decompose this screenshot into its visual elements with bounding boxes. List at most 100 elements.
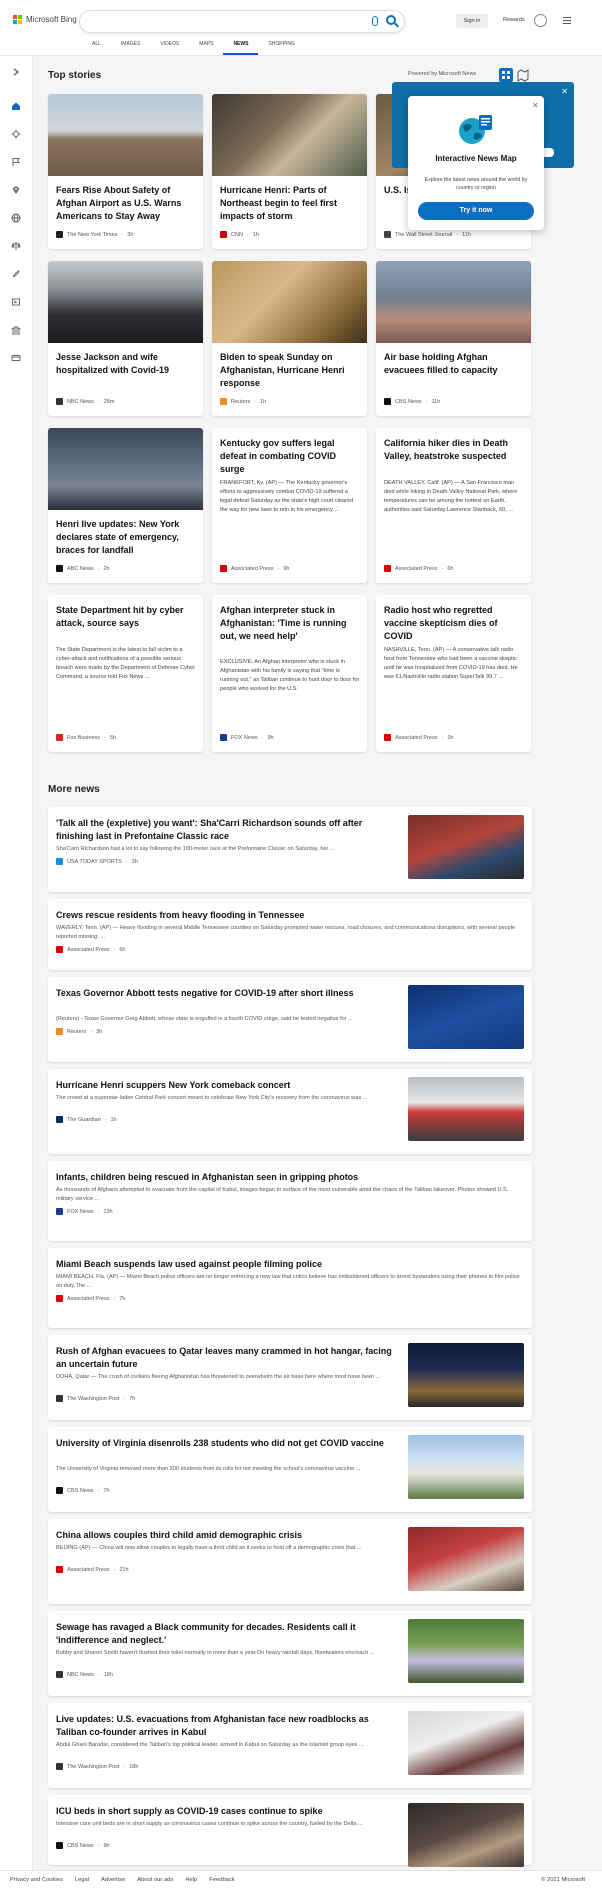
news-title[interactable]: Hurricane Henri scuppers New York comeba… — [56, 1079, 396, 1092]
news-image[interactable] — [408, 1435, 524, 1499]
story-image — [48, 94, 203, 176]
sign-in-button[interactable]: Sign in — [456, 14, 488, 28]
story-title[interactable]: Hurricane Henri: Parts of Northeast begi… — [220, 184, 360, 223]
rewards-trophy-icon[interactable] — [534, 14, 547, 27]
news-image[interactable] — [408, 1711, 524, 1775]
news-image[interactable] — [408, 1077, 524, 1141]
footer-link-about-our-ads[interactable]: About our ads — [137, 1877, 173, 1883]
sidebar-expand-icon[interactable] — [11, 64, 21, 76]
news-image[interactable] — [408, 1343, 524, 1407]
news-title[interactable]: Live updates: U.S. evacuations from Afgh… — [56, 1713, 396, 1739]
news-title[interactable]: ICU beds in short supply as COVID-19 cas… — [56, 1805, 396, 1818]
more-news-item[interactable]: Rush of Afghan evacuees to Qatar leaves … — [48, 1335, 532, 1420]
top-story-card[interactable]: Radio host who regretted vaccine skeptic… — [376, 595, 531, 752]
close-icon[interactable]: ✕ — [561, 87, 568, 96]
news-title[interactable]: Texas Governor Abbott tests negative for… — [56, 987, 396, 1000]
story-title[interactable]: Fears Rise About Safety of Afghan Airpor… — [56, 184, 196, 223]
sidebar-scales-icon[interactable] — [11, 238, 21, 250]
more-news-item[interactable]: 'Talk all the (expletive) you want': Sha… — [48, 807, 532, 892]
more-news-item[interactable]: Crews rescue residents from heavy floodi… — [48, 899, 532, 970]
news-image[interactable] — [408, 815, 524, 879]
nav-tab-images[interactable]: IMAGES — [111, 41, 150, 55]
top-story-card[interactable]: Afghan interpreter stuck in Afghanistan:… — [212, 595, 367, 752]
publisher-name: The Guardian — [67, 1116, 101, 1123]
news-snippet: Abdul Ghani Baradar, considered the Tali… — [56, 1742, 364, 1748]
top-story-card[interactable]: Hurricane Henri: Parts of Northeast begi… — [212, 94, 367, 249]
story-title[interactable]: Biden to speak Sunday on Afghanistan, Hu… — [220, 351, 360, 390]
top-story-card[interactable]: Jesse Jackson and wife hospitalized with… — [48, 261, 203, 416]
footer-link-help[interactable]: Help — [185, 1877, 197, 1883]
sidebar-bank-icon[interactable] — [10, 322, 22, 335]
top-story-card[interactable]: Kentucky gov suffers legal defeat in com… — [212, 428, 367, 583]
sidebar-rocket-icon[interactable] — [11, 266, 21, 278]
sidebar-globe-icon[interactable] — [11, 210, 21, 223]
publisher-logo-icon — [56, 858, 63, 865]
more-news-item[interactable]: Miami Beach suspends law used against pe… — [48, 1248, 532, 1328]
sidebar-card-icon[interactable] — [11, 350, 21, 361]
top-story-card[interactable]: Air base holding Afghan evacuees filled … — [376, 261, 531, 416]
more-news-item[interactable]: China allows couples third child amid de… — [48, 1519, 532, 1604]
map-view-icon[interactable] — [517, 68, 529, 82]
nav-tab-videos[interactable]: VIDEOS — [150, 41, 189, 55]
more-news-item[interactable]: Infants, children being rescued in Afgha… — [48, 1161, 532, 1241]
top-story-card[interactable]: State Department hit by cyber attack, so… — [48, 595, 203, 752]
story-title[interactable]: Radio host who regretted vaccine skeptic… — [384, 604, 524, 643]
sidebar-covid-icon[interactable] — [11, 126, 21, 139]
sidebar-home-icon[interactable] — [11, 98, 21, 110]
top-story-card[interactable]: California hiker dies in Death Valley, h… — [376, 428, 531, 583]
more-news-item[interactable]: Texas Governor Abbott tests negative for… — [48, 977, 532, 1062]
sidebar-flag-icon[interactable] — [11, 154, 21, 166]
news-title[interactable]: Crews rescue residents from heavy floodi… — [56, 909, 524, 922]
footer-link-privacy-and-cookies[interactable]: Privacy and Cookies — [10, 1877, 63, 1883]
publisher-name: The Washington Post — [67, 1395, 120, 1402]
sidebar-film-icon[interactable] — [11, 294, 21, 306]
story-title[interactable]: Jesse Jackson and wife hospitalized with… — [56, 351, 196, 377]
popup-description: Explore the latest news around the world… — [424, 177, 528, 191]
publisher-name: Associated Press — [395, 734, 438, 741]
hamburger-menu-icon[interactable] — [563, 17, 571, 24]
footer-link-advertise[interactable]: Advertise — [101, 1877, 125, 1883]
sidebar-location-pin-icon[interactable] — [11, 182, 21, 194]
footer-link-feedback[interactable]: Feedback — [209, 1877, 234, 1883]
news-title[interactable]: University of Virginia disenrolls 238 st… — [56, 1437, 396, 1450]
news-title[interactable]: Sewage has ravaged a Black community for… — [56, 1621, 396, 1647]
story-title[interactable]: California hiker dies in Death Valley, h… — [384, 437, 524, 463]
top-story-card[interactable]: Biden to speak Sunday on Afghanistan, Hu… — [212, 261, 367, 416]
microphone-icon[interactable] — [372, 16, 378, 26]
more-news-item[interactable]: Hurricane Henri scuppers New York comeba… — [48, 1069, 532, 1154]
more-news-item[interactable]: ICU beds in short supply as COVID-19 cas… — [48, 1795, 532, 1867]
story-title[interactable]: Air base holding Afghan evacuees filled … — [384, 351, 524, 377]
news-title[interactable]: Rush of Afghan evacuees to Qatar leaves … — [56, 1345, 396, 1371]
more-news-item[interactable]: Live updates: U.S. evacuations from Afgh… — [48, 1703, 532, 1788]
nav-tab-news[interactable]: NEWS — [223, 41, 259, 55]
rewards-label[interactable]: Rewards — [503, 17, 525, 23]
nav-tab-maps[interactable]: MAPS — [189, 41, 223, 55]
popup-close-icon[interactable]: × — [533, 100, 538, 110]
publisher-name: CBS News — [67, 1842, 94, 1849]
story-title[interactable]: Henri live updates: New York declares st… — [56, 518, 196, 557]
story-title[interactable]: State Department hit by cyber attack, so… — [56, 604, 196, 630]
publisher-name: Associated Press — [67, 1566, 110, 1573]
grid-view-icon[interactable] — [499, 68, 513, 82]
news-title[interactable]: Infants, children being rescued in Afgha… — [56, 1171, 524, 1184]
bing-logo[interactable]: Microsoft Bing — [13, 15, 77, 24]
search-icon[interactable] — [386, 15, 396, 25]
top-story-card[interactable]: Henri live updates: New York declares st… — [48, 428, 203, 583]
nav-tab-shopping[interactable]: SHOPPING — [258, 41, 304, 55]
story-title[interactable]: Kentucky gov suffers legal defeat in com… — [220, 437, 360, 476]
news-image[interactable] — [408, 1619, 524, 1683]
news-image[interactable] — [408, 985, 524, 1049]
news-image[interactable] — [408, 1803, 524, 1867]
footer-link-legal[interactable]: Legal — [75, 1877, 89, 1883]
more-news-item[interactable]: University of Virginia disenrolls 238 st… — [48, 1427, 532, 1512]
news-image[interactable] — [408, 1527, 524, 1591]
try-it-now-button[interactable]: Try it now — [418, 202, 534, 220]
news-title[interactable]: Miami Beach suspends law used against pe… — [56, 1258, 524, 1271]
story-title[interactable]: Afghan interpreter stuck in Afghanistan:… — [220, 604, 360, 643]
nav-tab-all[interactable]: ALL — [82, 41, 111, 55]
news-title[interactable]: China allows couples third child amid de… — [56, 1529, 396, 1542]
top-story-card[interactable]: Fears Rise About Safety of Afghan Airpor… — [48, 94, 203, 249]
more-news-item[interactable]: Sewage has ravaged a Black community for… — [48, 1611, 532, 1696]
news-title[interactable]: 'Talk all the (expletive) you want': Sha… — [56, 817, 396, 843]
search-box[interactable] — [79, 10, 405, 33]
